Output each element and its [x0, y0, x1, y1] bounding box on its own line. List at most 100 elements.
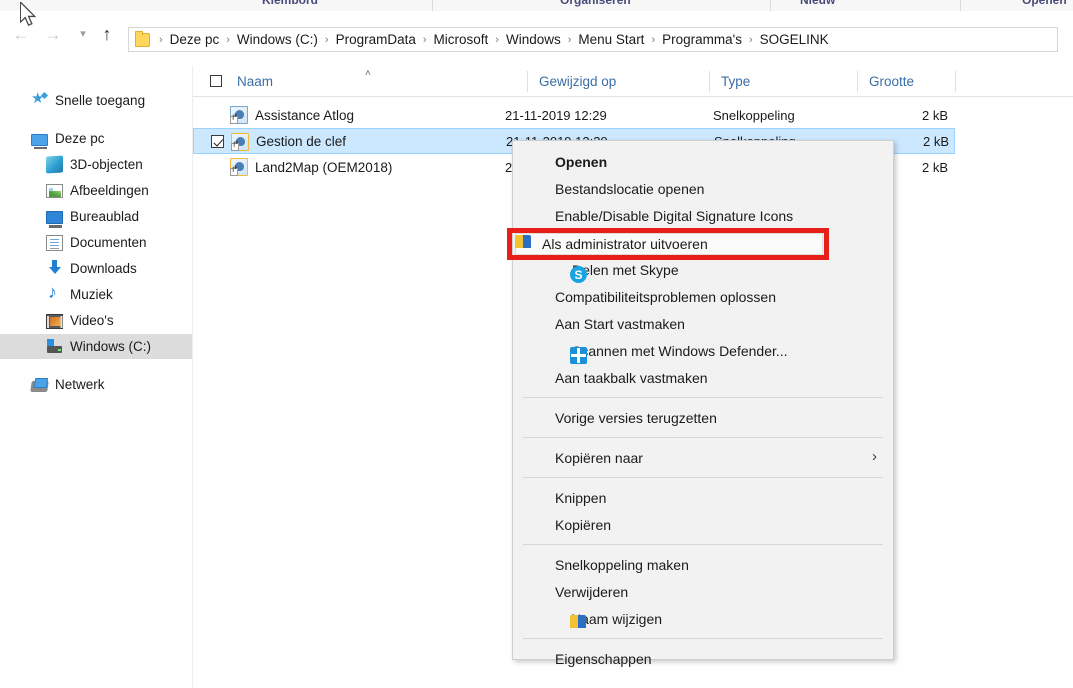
- shortcut-icon: [231, 133, 249, 151]
- breadcrumb-separator: ›: [495, 33, 499, 46]
- shortcut-arrow-overlay-icon: [230, 116, 238, 124]
- file-name: Land2Map (OEM2018): [255, 159, 393, 175]
- ribbon-divider: [770, 0, 771, 11]
- breadcrumb-item-sogelink[interactable]: SOGELINK: [758, 31, 831, 48]
- forward-arrow-icon[interactable]: →: [44, 25, 62, 43]
- music-icon: [46, 282, 63, 303]
- breadcrumb-item-programdata[interactable]: ProgramData: [334, 31, 418, 48]
- ribbon-group-organiseren: Organiseren: [560, 0, 631, 7]
- menu-separator: [523, 477, 883, 478]
- sidebar-item-label: Windows (C:): [70, 339, 152, 354]
- up-arrow-icon[interactable]: ↑: [98, 25, 116, 43]
- uac-shield-icon: [515, 235, 531, 252]
- shortcut-arrow-overlay-icon: [230, 168, 238, 176]
- sidebar-item-label: Documenten: [70, 235, 147, 250]
- menu-item-als-administrator-uitvoeren-overlay[interactable]: Als administrator uitvoeren: [515, 233, 823, 255]
- sidebar-item-label: Netwerk: [55, 377, 105, 392]
- sidebar-item-deze-pc[interactable]: Deze pc: [0, 126, 192, 151]
- menu-item-scannen-met-windows-defender[interactable]: Scannen met Windows Defender...: [513, 337, 893, 364]
- sidebar-item-muziek[interactable]: Muziek: [0, 282, 192, 307]
- menu-item-aan-start-vastmaken[interactable]: Aan Start vastmaken: [513, 310, 893, 337]
- file-modified: 21-11-2019 12:29: [505, 107, 607, 123]
- select-all-checkbox[interactable]: [210, 75, 222, 87]
- column-divider[interactable]: [955, 71, 956, 92]
- downloads-icon: [46, 260, 63, 277]
- skype-icon: [570, 266, 587, 283]
- uac-shield-icon: [570, 615, 586, 632]
- column-header-gewijzigd-op[interactable]: Gewijzigd op: [539, 66, 709, 96]
- sidebar-item-netwerk[interactable]: Netwerk: [0, 372, 192, 397]
- file-type: Snelkoppeling: [713, 107, 795, 123]
- breadcrumb-separator: ›: [567, 33, 572, 46]
- chevron-right-icon: ›: [872, 448, 877, 465]
- column-header-type[interactable]: Type: [721, 66, 861, 96]
- sidebar-item-label: Snelle toegang: [55, 93, 146, 108]
- file-size: 2 kB: [921, 107, 948, 123]
- breadcrumb-separator: ›: [651, 33, 656, 46]
- sidebar-item-3d-objecten[interactable]: 3D-objecten: [0, 152, 192, 177]
- column-divider[interactable]: [709, 71, 710, 92]
- address-bar[interactable]: › Deze pc › Windows (C:) › ProgramData ›…: [128, 27, 1058, 52]
- menu-separator: [523, 397, 883, 398]
- network-icon: [30, 380, 49, 392]
- menu-item-aan-taakbalk-vastmaken[interactable]: Aan taakbalk vastmaken: [513, 364, 893, 391]
- windows-defender-icon: [570, 347, 587, 364]
- breadcrumb-item-menu-start[interactable]: Menu Start: [576, 31, 646, 48]
- menu-item-kopieren[interactable]: Kopiëren: [513, 511, 893, 538]
- column-divider[interactable]: [857, 71, 858, 92]
- sidebar-item-afbeeldingen[interactable]: Afbeeldingen: [0, 178, 192, 203]
- menu-item-label: Als administrator uitvoeren: [542, 236, 708, 252]
- breadcrumb-item-windows-c[interactable]: Windows (C:): [235, 31, 320, 48]
- sidebar-item-bureaublad[interactable]: Bureaublad: [0, 204, 192, 229]
- sidebar-item-label: Video's: [70, 313, 114, 328]
- menu-item-snelkoppeling-maken[interactable]: Snelkoppeling maken: [513, 551, 893, 578]
- recent-locations-chevron-icon[interactable]: ▾: [74, 25, 92, 43]
- breadcrumb-separator: ›: [226, 33, 230, 46]
- drive-icon: [46, 338, 63, 355]
- menu-item-compatibiliteitsproblemen-oplossen[interactable]: Compatibiliteitsproblemen oplossen: [513, 283, 893, 310]
- sidebar-item-label: 3D-objecten: [70, 157, 143, 172]
- breadcrumb-item-windows[interactable]: Windows: [504, 31, 563, 48]
- sidebar-item-label: Bureaublad: [70, 209, 140, 224]
- menu-item-enable-disable-digital-signature-icons[interactable]: Enable/Disable Digital Signature Icons: [513, 202, 893, 229]
- column-header-grootte[interactable]: Grootte: [869, 66, 955, 96]
- sidebar-item-documenten[interactable]: Documenten: [0, 230, 192, 255]
- menu-item-openen[interactable]: Openen: [513, 148, 893, 175]
- breadcrumb-item-microsoft[interactable]: Microsoft: [432, 31, 491, 48]
- sidebar-item-downloads[interactable]: Downloads: [0, 256, 192, 281]
- shortcut-icon: [230, 106, 248, 124]
- 3d-objects-icon: [46, 155, 63, 174]
- sidebar-item-videos[interactable]: Video's: [0, 308, 192, 333]
- documents-icon: [46, 234, 63, 251]
- menu-item-naam-wijzigen[interactable]: Naam wijzigen: [513, 605, 893, 632]
- file-name: Assistance Atlog: [255, 107, 355, 123]
- menu-item-eigenschappen[interactable]: Eigenschappen: [513, 645, 893, 672]
- videos-icon: [46, 313, 63, 329]
- menu-separator: [523, 544, 883, 545]
- breadcrumb-separator: ›: [324, 33, 329, 46]
- sidebar-item-label: Afbeeldingen: [70, 183, 149, 198]
- context-menu: Openen Bestandslocatie openen Enable/Dis…: [512, 140, 894, 667]
- breadcrumb-separator: ›: [748, 33, 753, 46]
- menu-item-kopieren-naar[interactable]: Kopiëren naar ›: [513, 444, 893, 471]
- menu-item-label: Delen met Skype: [572, 261, 679, 278]
- sidebar-item-label: Deze pc: [55, 131, 105, 146]
- menu-item-label: Kopiëren naar: [555, 449, 643, 466]
- table-row[interactable]: Assistance Atlog 21-11-2019 12:29 Snelko…: [193, 102, 955, 128]
- sidebar-item-snelle-toegang[interactable]: Snelle toegang: [0, 88, 192, 113]
- menu-item-vorige-versies-terugzetten[interactable]: Vorige versies terugzetten: [513, 404, 893, 431]
- column-divider[interactable]: [527, 71, 528, 92]
- menu-separator: [523, 638, 883, 639]
- menu-item-knippen[interactable]: Knippen: [513, 484, 893, 511]
- breadcrumb-item-deze-pc[interactable]: Deze pc: [168, 31, 222, 48]
- column-header-row: ˄ Naam Gewijzigd op Type Grootte: [193, 66, 1073, 97]
- menu-item-bestandslocatie-openen[interactable]: Bestandslocatie openen: [513, 175, 893, 202]
- file-name: Gestion de clef: [256, 133, 347, 149]
- column-header-naam[interactable]: Naam: [237, 66, 527, 96]
- menu-item-delen-met-skype[interactable]: Delen met Skype: [513, 256, 893, 283]
- sidebar-item-windows-c[interactable]: Windows (C:): [0, 334, 192, 359]
- desktop-icon: [46, 211, 63, 228]
- breadcrumb-item-programma-s[interactable]: Programma's: [660, 31, 744, 48]
- menu-item-verwijderen[interactable]: Verwijderen: [513, 578, 893, 605]
- row-checkbox[interactable]: [211, 135, 224, 148]
